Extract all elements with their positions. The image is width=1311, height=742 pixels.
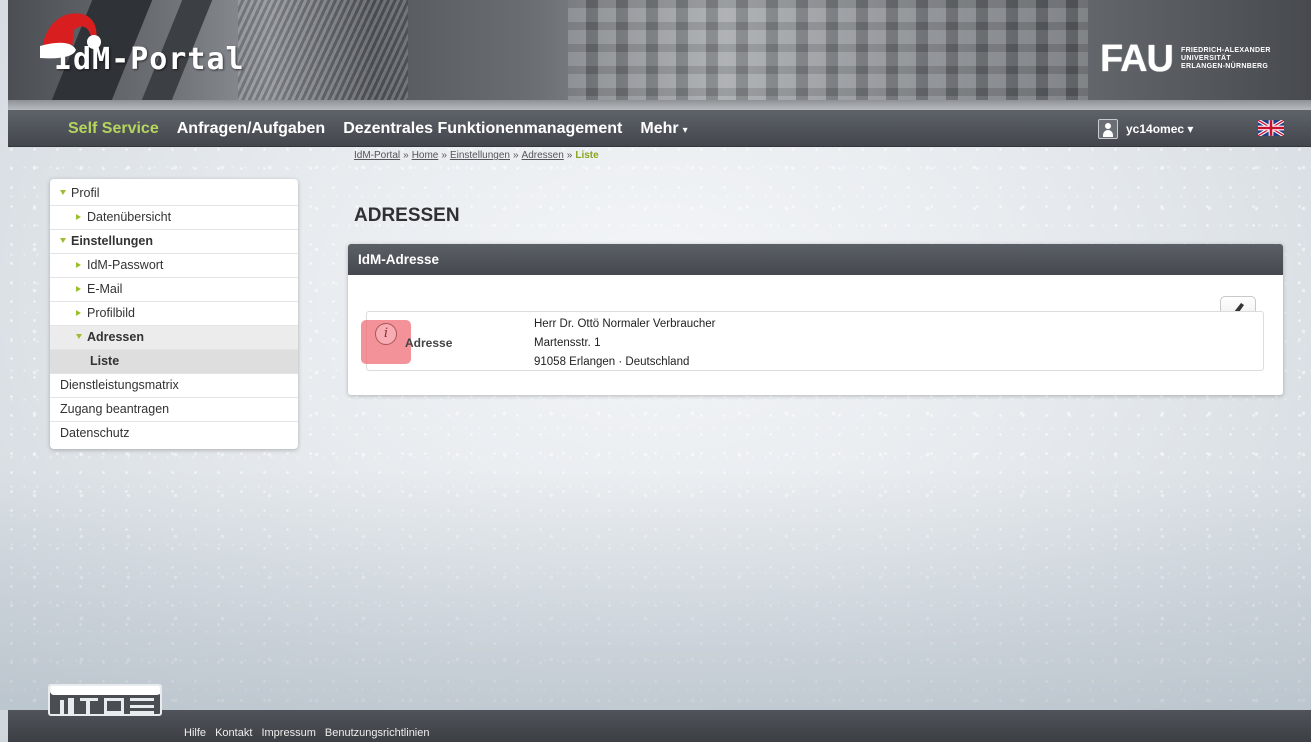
sidebar: Profil Datenübersicht Einstellungen IdM-… [50,179,298,449]
address-line-street: Martensstr. 1 [534,337,601,349]
address-label: Adresse [405,336,453,350]
nav-item-dezentrales-funktionenmanagement[interactable]: Dezentrales Funktionenmanagement [343,120,622,138]
sidebar-item-profilbild[interactable]: Profilbild [50,302,298,326]
header-base-line [8,100,1311,110]
breadcrumb-home[interactable]: Home [412,150,439,161]
page-footer: Hilfe Kontakt Impressum Benutzungsrichtl… [8,710,1311,742]
user-menu[interactable]: yc14omec ▾ [1098,118,1193,140]
fau-logo-mark: FAU [1100,38,1174,80]
sidebar-item-adressen[interactable]: Adressen [50,326,298,350]
address-line-name: Herr Dr. Ottö Normaler Verbraucher [534,318,716,330]
expanded-arrow-icon [60,238,66,243]
address-line-city: 91058 Erlangen · Deutschland [534,356,690,368]
nav-items: Self Service Anfragen/Aufgaben Dezentral… [68,110,706,147]
idm-address-panel: IdM-Adresse i Adresse Herr Dr. Ottö Norm… [348,244,1283,395]
sidebar-item-label: Dienstleistungsmatrix [60,378,179,392]
collapsed-arrow-icon [76,310,81,316]
sidebar-item-e-mail[interactable]: E-Mail [50,278,298,302]
santa-hat-icon [40,13,101,59]
logo-block [104,698,124,714]
sidebar-item-idm-passwort[interactable]: IdM-Passwort [50,254,298,278]
address-row: i Adresse Herr Dr. Ottö Normaler Verbrau… [361,311,1264,372]
logo-block [130,698,154,701]
nav-item-anfragen-aufgaben[interactable]: Anfragen/Aufgaben [177,120,325,138]
sidebar-item-label: Profilbild [87,306,135,320]
fau-logo-line: UNIVERSITÄT [1181,55,1231,62]
footer-link-impressum[interactable]: Impressum [261,727,315,739]
nav-item-mehr-label: Mehr [640,119,679,137]
sidebar-item-label: Zugang beantragen [60,402,170,416]
breadcrumb-separator: » [441,150,447,161]
sidebar-item-datenuebersicht[interactable]: Datenübersicht [50,206,298,230]
uk-flag-icon[interactable] [1258,120,1284,136]
sidebar-item-profil[interactable]: Profil [50,182,298,206]
logo-block [86,698,90,714]
page-header: IdM-Portal FAU FRIEDRICH-ALEXANDER UNIVE… [8,0,1311,110]
footer-link-benutzungsrichtlinien[interactable]: Benutzungsrichtlinien [325,727,430,739]
panel-title: IdM-Adresse [348,244,1283,275]
info-icon[interactable]: i [375,323,397,345]
sidebar-item-label: E-Mail [87,282,123,296]
sidebar-item-label: Datenschutz [60,426,130,440]
sidebar-item-liste[interactable]: Liste [50,350,298,374]
address-value: Herr Dr. Ottö Normaler Verbraucher Marte… [534,315,716,372]
main-nav: Self Service Anfragen/Aufgaben Dezentral… [8,110,1311,147]
breadcrumb-einstellungen[interactable]: Einstellungen [450,150,510,161]
nav-item-mehr[interactable]: Mehr ▾ [640,120,687,138]
page-title: ADRESSEN [354,205,460,226]
sidebar-item-label: Liste [90,354,120,368]
snow-cap [50,686,160,695]
breadcrumb: IdM-Portal» Home» Einstellungen» Adressen» L… [354,150,599,161]
header-stripes [238,0,408,110]
footer-links: Hilfe Kontakt Impressum Benutzungsrichtl… [184,727,436,739]
expanded-arrow-icon [60,190,66,195]
breadcrumb-adressen[interactable]: Adressen [522,150,564,161]
nav-item-self-service[interactable]: Self Service [68,120,159,138]
logo-block [68,698,74,714]
chevron-down-icon: ▾ [682,124,688,136]
fau-logo[interactable]: FAU FRIEDRICH-ALEXANDER UNIVERSITÄT ERLA… [1100,38,1271,80]
logo-block [130,705,154,708]
sidebar-item-label: IdM-Passwort [87,258,164,272]
expanded-arrow-icon [76,334,82,339]
sidebar-item-label: Adressen [87,330,144,344]
rrze-logo[interactable] [48,684,162,716]
fau-logo-text: FRIEDRICH-ALEXANDER UNIVERSITÄT ERLANGEN… [1181,47,1271,71]
sidebar-item-datenschutz[interactable]: Datenschutz [50,422,298,446]
sidebar-item-label: Einstellungen [71,234,153,248]
breadcrumb-current: Liste [575,150,599,161]
collapsed-arrow-icon [76,262,81,268]
sidebar-item-einstellungen[interactable]: Einstellungen [50,230,298,254]
collapsed-arrow-icon [76,286,81,292]
user-icon [1098,119,1118,139]
footer-link-hilfe[interactable]: Hilfe [184,727,206,739]
sidebar-item-label: Profil [71,186,100,200]
breadcrumb-separator: » [403,150,409,161]
snow-ground [0,470,1311,710]
logo-block [60,700,64,714]
breadcrumb-idm-portal[interactable]: IdM-Portal [354,150,400,161]
user-name: yc14omec ▾ [1126,122,1194,136]
fau-logo-line: ERLANGEN-NÜRNBERG [1181,63,1269,70]
collapsed-arrow-icon [76,214,81,220]
footer-link-kontakt[interactable]: Kontakt [215,727,252,739]
header-facade [568,0,1088,110]
sidebar-item-label: Datenübersicht [87,210,172,224]
logo-block [130,711,154,714]
sidebar-item-dienstleistungsmatrix[interactable]: Dienstleistungsmatrix [50,374,298,398]
sidebar-item-zugang-beantragen[interactable]: Zugang beantragen [50,398,298,422]
breadcrumb-separator: » [566,150,573,161]
breadcrumb-separator: » [512,150,519,161]
fau-logo-line: FRIEDRICH-ALEXANDER [1181,47,1271,54]
